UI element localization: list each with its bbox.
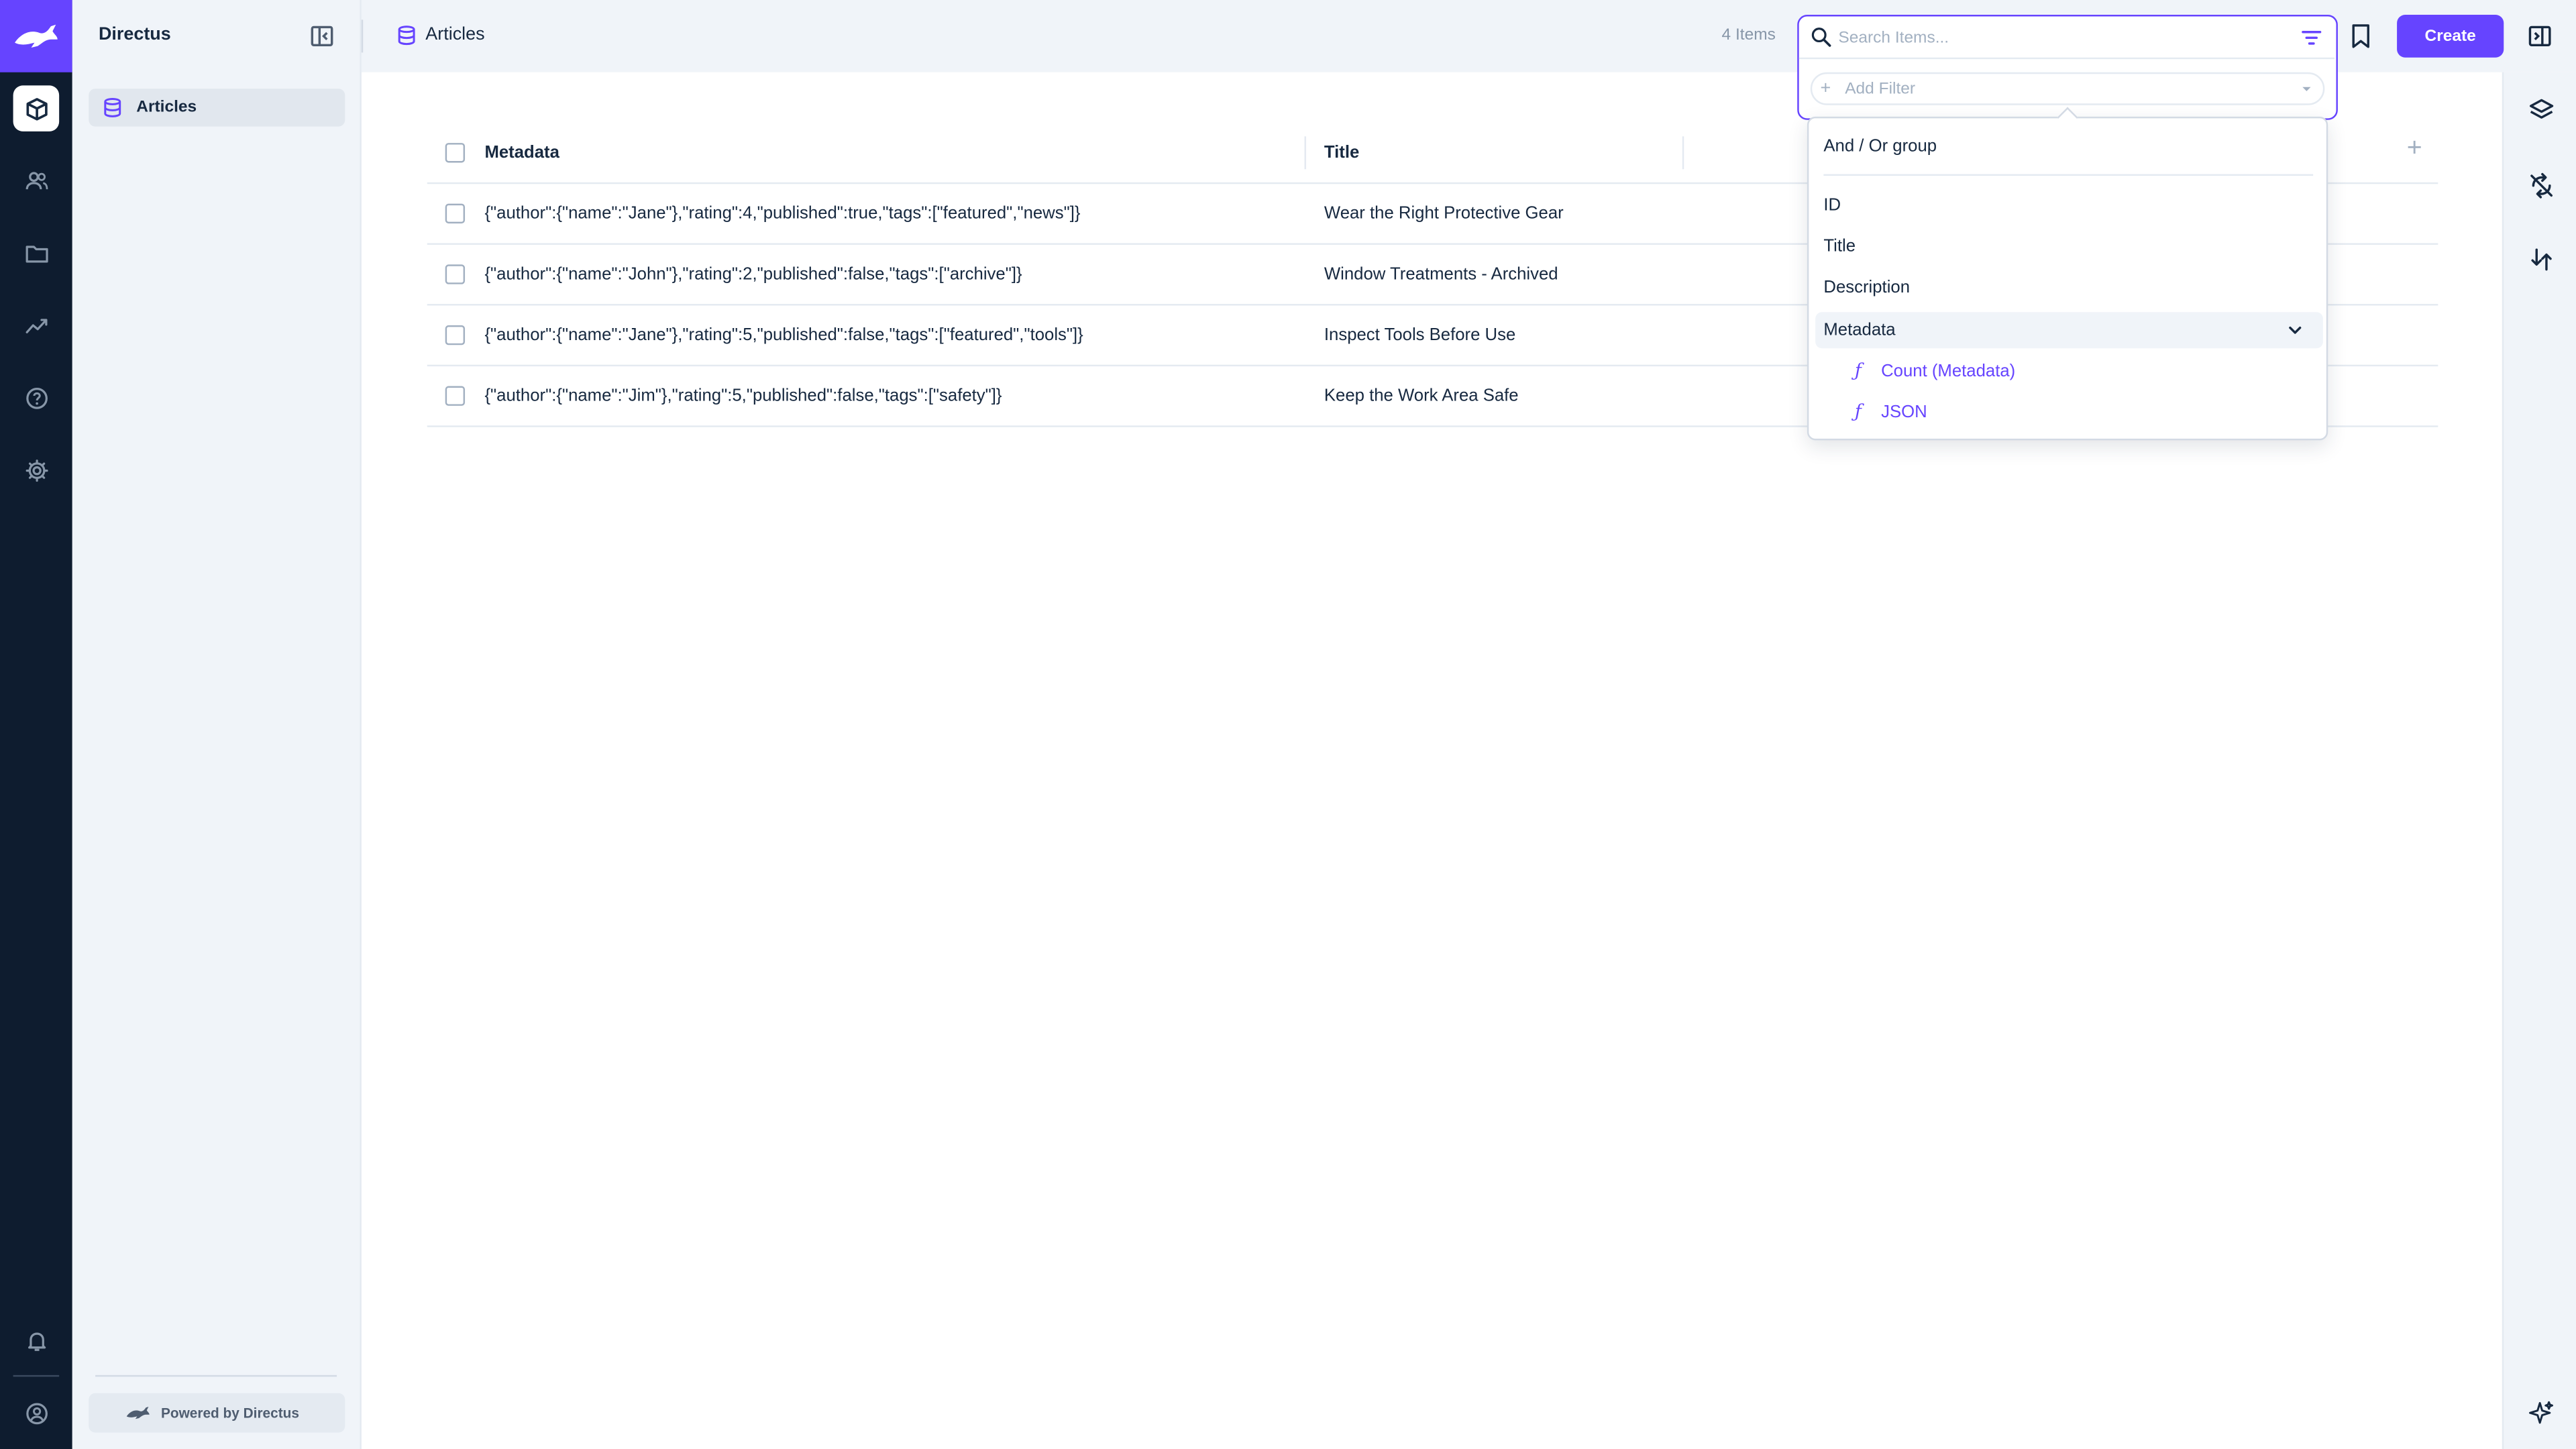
content-module-button[interactable] [13,85,60,131]
function-icon: ƒ [1854,360,1862,382]
powered-by-badge[interactable]: Powered by Directus [89,1393,345,1433]
project-name: Directus [98,24,171,45]
menu-item-metadata[interactable]: Metadata [1815,312,2323,349]
nav-item-label: Articles [136,98,197,117]
add-column-icon[interactable]: + [2407,135,2422,164]
sidebar-toggle-icon[interactable] [2527,23,2553,49]
function-icon: ƒ [1854,400,1862,423]
nav-footer-divider [95,1375,337,1377]
directus-logo[interactable] [0,0,72,72]
row-checkbox[interactable] [445,203,466,224]
notifications-bell-icon [27,1332,45,1350]
header-divider [361,19,364,53]
item-count: 4 Items [1721,26,1776,45]
page-title: Articles [425,24,485,45]
row-checkbox[interactable] [445,264,466,284]
menu-item-title[interactable]: Title [1815,228,2323,264]
menu-item-json[interactable]: ƒ JSON [1815,394,2323,431]
column-header-metadata[interactable]: Metadata [484,143,559,162]
select-all-checkbox[interactable] [445,143,466,163]
database-icon [398,25,415,46]
menu-item-id[interactable]: ID [1815,187,2323,223]
cell-metadata: {"author":{"name":"Jim"},"rating":5,"pub… [484,386,1002,406]
menu-item-count-metadata[interactable]: ƒ Count (Metadata) [1815,354,2323,390]
cell-metadata: {"author":{"name":"Jane"},"rating":5,"pu… [484,325,1083,345]
bookmark-icon[interactable] [2349,23,2372,49]
collapse-navigation-icon[interactable] [309,23,335,49]
add-filter-select[interactable]: + Add Filter [1810,72,2325,105]
caret-down-icon [2302,87,2311,91]
row-checkbox[interactable] [445,386,466,406]
search-box: + Add Filter [1797,15,2338,120]
column-resize-handle[interactable] [1682,136,1684,170]
users-module-button[interactable] [13,158,60,204]
menu-divider [1823,174,2314,176]
database-icon [104,97,121,117]
module-bar-divider [13,1375,60,1377]
notifications-button[interactable] [13,1318,60,1364]
menu-item-label: And / Or group [1823,136,1937,156]
settings-module-button[interactable] [13,447,60,493]
filter-icon[interactable] [2300,26,2323,49]
plus-icon: + [1820,78,1831,99]
cell-title: Keep the Work Area Safe [1324,386,1519,406]
cell-metadata: {"author":{"name":"John"},"rating":2,"pu… [484,264,1022,284]
help-icon [25,386,47,409]
cell-title: Window Treatments - Archived [1324,264,1558,284]
column-resize-handle[interactable] [1304,136,1306,170]
search-divider [1799,57,2335,60]
directus-rabbit-icon [15,24,58,48]
user-account-button[interactable] [13,1390,60,1436]
column-header-title[interactable]: Title [1324,143,1359,162]
cell-title: Inspect Tools Before Use [1324,325,1516,345]
sync-disabled-icon[interactable] [2528,172,2555,199]
menu-item-label: Title [1823,236,1856,257]
directus-rabbit-icon [126,1406,150,1419]
search-input[interactable] [1838,23,2282,53]
insights-chart-icon [25,318,47,333]
filter-field-dropdown: And / Or group ID Title Description Meta… [1807,107,2328,441]
navigation-pane: Directus Articles Powered by Directus [72,0,362,1449]
row-checkbox[interactable] [445,325,466,345]
content-box-icon [25,97,47,120]
cell-title: Wear the Right Protective Gear [1324,203,1564,224]
module-bar [0,0,72,1449]
menu-item-description[interactable]: Description [1815,270,2323,306]
chevron-down-icon [2289,326,2302,334]
files-folder-icon [25,245,48,262]
menu-item-label: JSON [1881,402,1927,423]
app-root: Directus Articles Powered by Directus Ar… [0,0,2576,1449]
right-sidebar [2502,72,2576,1449]
menu-item-label: Count (Metadata) [1881,361,2016,382]
nav-item-articles[interactable]: Articles [89,89,345,127]
menu-item-and-or-group[interactable]: And / Or group [1815,128,2323,164]
ai-sparkle-icon[interactable] [2528,1400,2555,1426]
create-button[interactable]: Create [2397,15,2504,58]
menu-item-label: Description [1823,277,1911,298]
users-icon [25,171,48,189]
files-module-button[interactable] [13,230,60,276]
cell-metadata: {"author":{"name":"Jane"},"rating":4,"pu… [484,203,1081,224]
menu-item-label: ID [1823,195,1841,215]
powered-by-label: Powered by Directus [161,1404,299,1421]
import-export-icon[interactable] [2528,246,2555,272]
user-account-icon [25,1402,47,1424]
menu-item-label: Metadata [1823,320,1896,340]
insights-module-button[interactable] [13,303,60,349]
settings-gear-icon [25,458,48,481]
help-module-button[interactable] [13,374,60,421]
layers-icon[interactable] [2528,97,2555,123]
search-icon [1811,28,1831,47]
add-filter-label: Add Filter [1845,80,1916,99]
